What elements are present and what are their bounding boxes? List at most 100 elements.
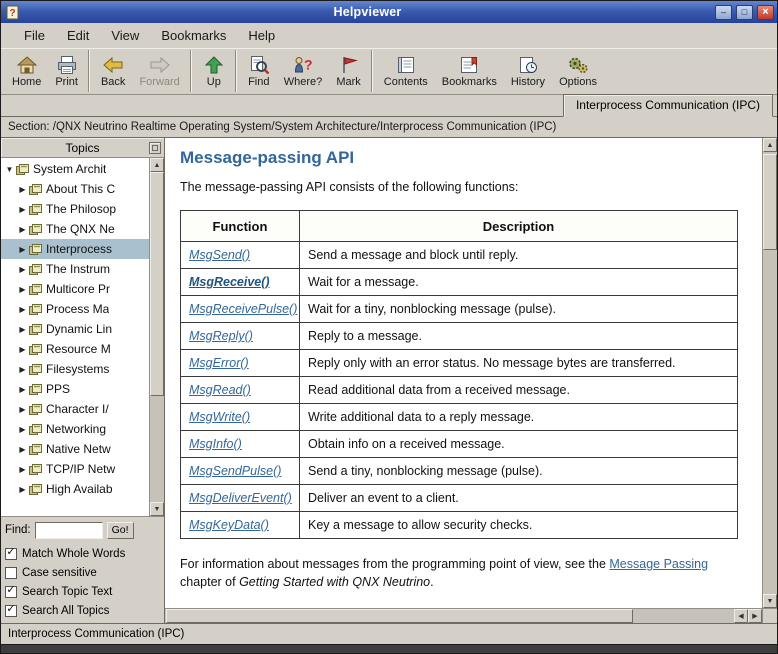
expand-arrow-icon[interactable]: ▶ bbox=[17, 305, 28, 314]
toolbar-button[interactable]: Print bbox=[48, 50, 89, 92]
scrollbar-thumb[interactable] bbox=[150, 172, 164, 396]
maximize-button[interactable]: □ bbox=[736, 5, 753, 20]
tree-item[interactable]: ▶ TCP/IP Netw bbox=[1, 459, 149, 479]
tree-item[interactable]: ▼ System Archit bbox=[1, 159, 149, 179]
tree-item[interactable]: ▶ The Instrum bbox=[1, 259, 149, 279]
function-link[interactable]: MsgSend() bbox=[189, 248, 250, 262]
scroll-up-button[interactable]: ▲ bbox=[763, 138, 777, 152]
search-option-row[interactable]: Case sensitive bbox=[5, 563, 164, 582]
scroll-right-button[interactable]: ▶ bbox=[748, 609, 762, 623]
checkbox[interactable] bbox=[5, 567, 17, 579]
tab-row: Interprocess Communication (IPC) bbox=[1, 95, 777, 117]
expand-arrow-icon[interactable]: ▶ bbox=[17, 285, 28, 294]
toolbar-button[interactable]: Options bbox=[552, 50, 604, 92]
function-link[interactable]: MsgInfo() bbox=[189, 437, 242, 451]
tree-item[interactable]: ▶ Resource M bbox=[1, 339, 149, 359]
expand-arrow-icon[interactable]: ▶ bbox=[17, 345, 28, 354]
toolbar-button[interactable]: Find bbox=[241, 50, 277, 92]
function-link[interactable]: MsgKeyData() bbox=[189, 518, 269, 532]
scrollbar-thumb[interactable] bbox=[763, 154, 777, 250]
expand-arrow-icon[interactable]: ▶ bbox=[17, 445, 28, 454]
checkmark-icon: ✓ bbox=[6, 585, 15, 596]
tab-interprocess-communication[interactable]: Interprocess Communication (IPC) bbox=[563, 94, 773, 117]
expand-arrow-icon[interactable]: ▶ bbox=[17, 325, 28, 334]
toolbar-button[interactable]: Forward bbox=[132, 50, 190, 92]
function-link[interactable]: MsgDeliverEvent() bbox=[189, 491, 292, 505]
content-vertical-scrollbar[interactable]: ▲ ▼ bbox=[762, 138, 777, 608]
panel-detach-button[interactable] bbox=[149, 142, 161, 154]
toolbar-button[interactable]: ? Where? bbox=[277, 50, 330, 92]
expand-arrow-icon[interactable]: ▶ bbox=[17, 425, 28, 434]
expand-arrow-icon[interactable]: ▶ bbox=[17, 465, 28, 474]
function-link[interactable]: MsgReply() bbox=[189, 329, 253, 343]
expand-arrow-icon[interactable]: ▼ bbox=[4, 165, 15, 174]
search-option-row[interactable]: ✓ Search Topic Text bbox=[5, 582, 164, 601]
tree-item[interactable]: ▶ Networking bbox=[1, 419, 149, 439]
expand-arrow-icon[interactable]: ▶ bbox=[17, 385, 28, 394]
expand-arrow-icon[interactable]: ▶ bbox=[17, 185, 28, 194]
expand-arrow-icon[interactable]: ▶ bbox=[17, 225, 28, 234]
function-link[interactable]: MsgReceive() bbox=[189, 275, 270, 289]
expand-arrow-icon[interactable]: ▶ bbox=[17, 205, 28, 214]
minimize-button[interactable]: – bbox=[715, 5, 732, 20]
menu-item[interactable]: File bbox=[15, 26, 54, 45]
scroll-down-button[interactable]: ▼ bbox=[150, 502, 164, 516]
function-link[interactable]: MsgWrite() bbox=[189, 410, 250, 424]
menu-item[interactable]: View bbox=[102, 26, 148, 45]
toolbar-button[interactable]: Up bbox=[196, 50, 236, 92]
expand-arrow-icon[interactable]: ▶ bbox=[17, 365, 28, 374]
go-button[interactable]: Go! bbox=[107, 522, 134, 539]
search-option-row[interactable]: ✓ Match Whole Words bbox=[5, 544, 164, 563]
scrollbar-track[interactable] bbox=[150, 172, 164, 502]
table-row: MsgError() Reply only with an error stat… bbox=[181, 350, 738, 377]
tree-item[interactable]: ▶ Process Ma bbox=[1, 299, 149, 319]
scrollbar-track[interactable] bbox=[763, 152, 777, 594]
tree-item[interactable]: ▶ Multicore Pr bbox=[1, 279, 149, 299]
checkbox[interactable]: ✓ bbox=[5, 548, 17, 560]
content-horizontal-scrollbar[interactable]: ◀ ▶ bbox=[165, 608, 762, 623]
tree-scrollbar[interactable]: ▲ ▼ bbox=[149, 158, 164, 516]
toolbar: Home Print Back Forward Up bbox=[1, 48, 777, 95]
toolbar-button[interactable]: Home bbox=[5, 50, 48, 92]
scroll-up-button[interactable]: ▲ bbox=[150, 158, 164, 172]
toolbar-button[interactable]: Back bbox=[94, 50, 132, 92]
scrollbar-thumb[interactable] bbox=[166, 609, 633, 623]
menu-item[interactable]: Bookmarks bbox=[152, 26, 235, 45]
find-input[interactable] bbox=[35, 522, 103, 539]
search-option-row[interactable]: ✓ Search All Topics bbox=[5, 601, 164, 620]
tree-item[interactable]: ▶ Interprocess bbox=[1, 239, 149, 259]
scrollbar-track[interactable] bbox=[165, 609, 734, 623]
tree-item[interactable]: ▶ Dynamic Lin bbox=[1, 319, 149, 339]
function-link[interactable]: MsgError() bbox=[189, 356, 249, 370]
checkbox[interactable]: ✓ bbox=[5, 586, 17, 598]
function-link[interactable]: MsgReceivePulse() bbox=[189, 302, 297, 316]
checkbox[interactable]: ✓ bbox=[5, 605, 17, 617]
tree-item[interactable]: ▶ Native Netw bbox=[1, 439, 149, 459]
tree-item[interactable]: ▶ The Philosop bbox=[1, 199, 149, 219]
function-link[interactable]: MsgRead() bbox=[189, 383, 251, 397]
tree-item[interactable]: ▶ PPS bbox=[1, 379, 149, 399]
toolbar-button[interactable]: Bookmarks bbox=[435, 50, 504, 92]
titlebar[interactable]: ? Helpviewer – □ × bbox=[1, 1, 777, 23]
toolbar-button[interactable]: Mark bbox=[329, 50, 371, 92]
table-row: MsgInfo() Obtain info on a received mess… bbox=[181, 431, 738, 458]
tree-item[interactable]: ▶ The QNX Ne bbox=[1, 219, 149, 239]
scroll-left-button[interactable]: ◀ bbox=[734, 609, 748, 623]
menu-item[interactable]: Help bbox=[239, 26, 284, 45]
footer-link[interactable]: Message Passing bbox=[609, 557, 708, 571]
tree-item[interactable]: ▶ About This C bbox=[1, 179, 149, 199]
function-link[interactable]: MsgSendPulse() bbox=[189, 464, 281, 478]
expand-arrow-icon[interactable]: ▶ bbox=[17, 245, 28, 254]
toolbar-button[interactable]: Contents bbox=[377, 50, 435, 92]
scroll-down-button[interactable]: ▼ bbox=[763, 594, 777, 608]
close-button[interactable]: × bbox=[757, 5, 774, 20]
tree-item[interactable]: ▶ Character I/ bbox=[1, 399, 149, 419]
expand-arrow-icon[interactable]: ▶ bbox=[17, 265, 28, 274]
tree-item[interactable]: ▶ Filesystems bbox=[1, 359, 149, 379]
toolbar-button[interactable]: History bbox=[504, 50, 552, 92]
expand-arrow-icon[interactable]: ▶ bbox=[17, 485, 28, 494]
menu-item[interactable]: Edit bbox=[58, 26, 98, 45]
tree-item[interactable]: ▶ High Availab bbox=[1, 479, 149, 499]
tree-item-label: High Availab bbox=[46, 482, 113, 496]
expand-arrow-icon[interactable]: ▶ bbox=[17, 405, 28, 414]
